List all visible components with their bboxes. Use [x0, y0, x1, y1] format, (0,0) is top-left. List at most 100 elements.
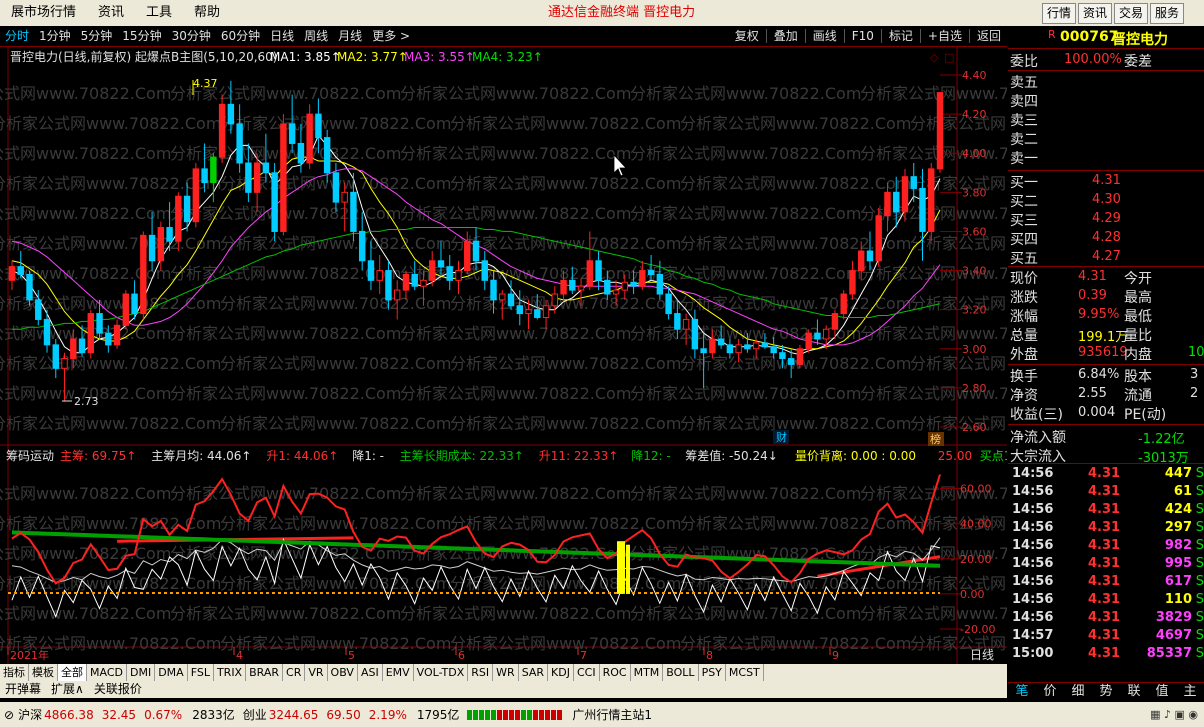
back-button[interactable]: 返回 [971, 26, 1007, 46]
price-tick-label: 4.20 [962, 108, 987, 121]
tick-row: 14:56 4.31 61 S [1008, 484, 1204, 502]
indicator-tab[interactable]: MCST [726, 664, 764, 681]
candle-body-up [805, 332, 812, 350]
period-realtime[interactable]: 分时 [0, 26, 34, 46]
watermark-text: 分析家公式网www.70822.Com [170, 324, 401, 343]
candle-body-down [717, 338, 725, 346]
indicator-title: 筹码运动 [6, 449, 54, 463]
indicator-header-item: 量价背离: 0.00 : 0.00 [795, 448, 916, 463]
watermark-text: 分析家公式网www.70822.Com [0, 114, 221, 133]
netflow-label: 净流入额 [1010, 430, 1066, 446]
indicator-tab[interactable]: EMV [383, 664, 414, 681]
watermark-text: 分析家公式网www.70822.Com [680, 174, 911, 193]
watermark-text: 分析家公式网www.70822.Com [450, 354, 681, 373]
quote-label: 内盘 [1124, 347, 1152, 363]
time-tick-label: 5 [348, 649, 355, 662]
indicator-tab[interactable]: BRAR [246, 664, 284, 681]
period-daily[interactable]: 日线 [265, 26, 299, 46]
indicator-tab[interactable]: DMA [155, 664, 188, 681]
candle-body-up [402, 273, 410, 291]
right-panel-tab[interactable]: 联 [1120, 683, 1148, 701]
news-button[interactable]: 资讯 [1078, 3, 1113, 24]
indicator-tab[interactable]: 指标 [0, 664, 29, 681]
period-30min[interactable]: 30分钟 [167, 26, 216, 46]
right-panel-tab[interactable]: 细 [1064, 683, 1092, 701]
price-tick-label: 3.80 [962, 186, 987, 199]
indicator-tab[interactable]: OBV [328, 664, 358, 681]
watermark-text: 分析家公式网www.70822.Com [630, 144, 861, 163]
weicha-label: 委差 [1124, 54, 1152, 70]
period-monthly[interactable]: 月线 [333, 26, 367, 46]
price-tick-label: 2.60 [962, 421, 987, 434]
candle-body-down [630, 281, 637, 287]
period-5min[interactable]: 5分钟 [76, 26, 118, 46]
right-panel-tab[interactable]: 价 [1036, 683, 1064, 701]
danmaku-toggle[interactable]: 开弹幕 [0, 681, 46, 698]
menu-news[interactable]: 资讯 [87, 0, 135, 26]
quote-label: 涨跌 [1010, 290, 1038, 306]
quote-button[interactable]: 行情 [1042, 3, 1077, 24]
period-15min[interactable]: 15分钟 [117, 26, 166, 46]
indicator-tab[interactable]: CCI [574, 664, 600, 681]
indicator-tab[interactable]: PSY [699, 664, 726, 681]
indicator-tab[interactable]: WR [493, 664, 519, 681]
tick-volume: 424 [1164, 502, 1192, 517]
candle-body-down [726, 344, 734, 354]
period-more[interactable]: 更多 > [367, 26, 415, 46]
trade-button[interactable]: 交易 [1114, 3, 1149, 24]
extension-toggle[interactable]: 扩展∧ [46, 681, 89, 698]
time-tick-label: 7 [580, 649, 587, 662]
indicator-tab[interactable]: MTM [631, 664, 664, 681]
candle-body-down [148, 234, 156, 262]
indicator-tab[interactable]: BOLL [663, 664, 699, 681]
right-panel-tab[interactable]: 主 [1176, 683, 1204, 701]
service-button[interactable]: 服务 [1150, 3, 1185, 24]
indicator-tab[interactable]: MACD [87, 664, 127, 681]
right-panel-tab[interactable]: 笔 [1008, 683, 1036, 701]
indicator-tab[interactable]: VOL-TDX [414, 664, 469, 681]
tick-time: 14:56 [1012, 556, 1054, 571]
stat-value: 6.84% [1078, 367, 1120, 382]
square-icon: □ [944, 51, 954, 64]
candle-body-down [779, 352, 786, 360]
watermark-text: 分析家公式网www.70822.Com [220, 354, 451, 373]
period-60min[interactable]: 60分钟 [216, 26, 265, 46]
watermark-text: 分析家公式网www.70822.Com [220, 114, 451, 133]
indicator-tab[interactable]: SAR [519, 664, 549, 681]
add-watchlist-button[interactable]: +自选 [922, 26, 968, 46]
ma1-label: MA1: 3.85↑ [270, 50, 341, 64]
sell-level-label: 卖一 [1010, 151, 1038, 167]
indicator-tab[interactable]: KDJ [548, 664, 574, 681]
cy-index-label: 创业 [242, 708, 267, 722]
overlay-button[interactable]: 叠加 [768, 26, 804, 46]
period-weekly[interactable]: 周线 [299, 26, 333, 46]
indicator-tab[interactable]: RSI [468, 664, 494, 681]
restore-right-button[interactable]: 复权 [729, 26, 765, 46]
indicator-tab[interactable]: DMI [127, 664, 156, 681]
menu-market[interactable]: 展市场行情 [0, 0, 87, 26]
indicator-tab[interactable]: TRIX [214, 664, 247, 681]
indicator-tab[interactable]: ASI [358, 664, 383, 681]
indicator-tab[interactable]: VR [305, 664, 328, 681]
indicator-tab[interactable]: 模板 [29, 664, 58, 681]
mark-button[interactable]: 标记 [883, 26, 919, 46]
indicator-tab[interactable]: FSL [188, 664, 214, 681]
candle-body-up [752, 342, 760, 350]
menu-tools[interactable]: 工具 [135, 0, 183, 26]
indicator-tab[interactable]: 全部 [58, 664, 87, 681]
candle-body-down [271, 172, 278, 232]
chart-canvas[interactable]: 分析家公式网www.70822.Com分析家公式网www.70822.Com分析… [0, 47, 1007, 664]
menu-help[interactable]: 帮助 [183, 0, 231, 26]
stat-row: 净资 2.55 流通 2 [1008, 385, 1204, 404]
right-panel-tab[interactable]: 势 [1092, 683, 1120, 701]
indicator-tab[interactable]: ROC [600, 664, 631, 681]
quote-value: 935619 [1078, 345, 1128, 360]
candle-body-up [376, 270, 383, 281]
candle-body-up [884, 191, 891, 217]
f10-button[interactable]: F10 [846, 26, 880, 46]
indicator-tab[interactable]: CR [283, 664, 306, 681]
period-1min[interactable]: 1分钟 [34, 26, 76, 46]
draw-line-button[interactable]: 画线 [807, 26, 843, 46]
right-panel-tab[interactable]: 值 [1148, 683, 1176, 701]
related-quotes-tab[interactable]: 关联报价 [89, 681, 147, 698]
